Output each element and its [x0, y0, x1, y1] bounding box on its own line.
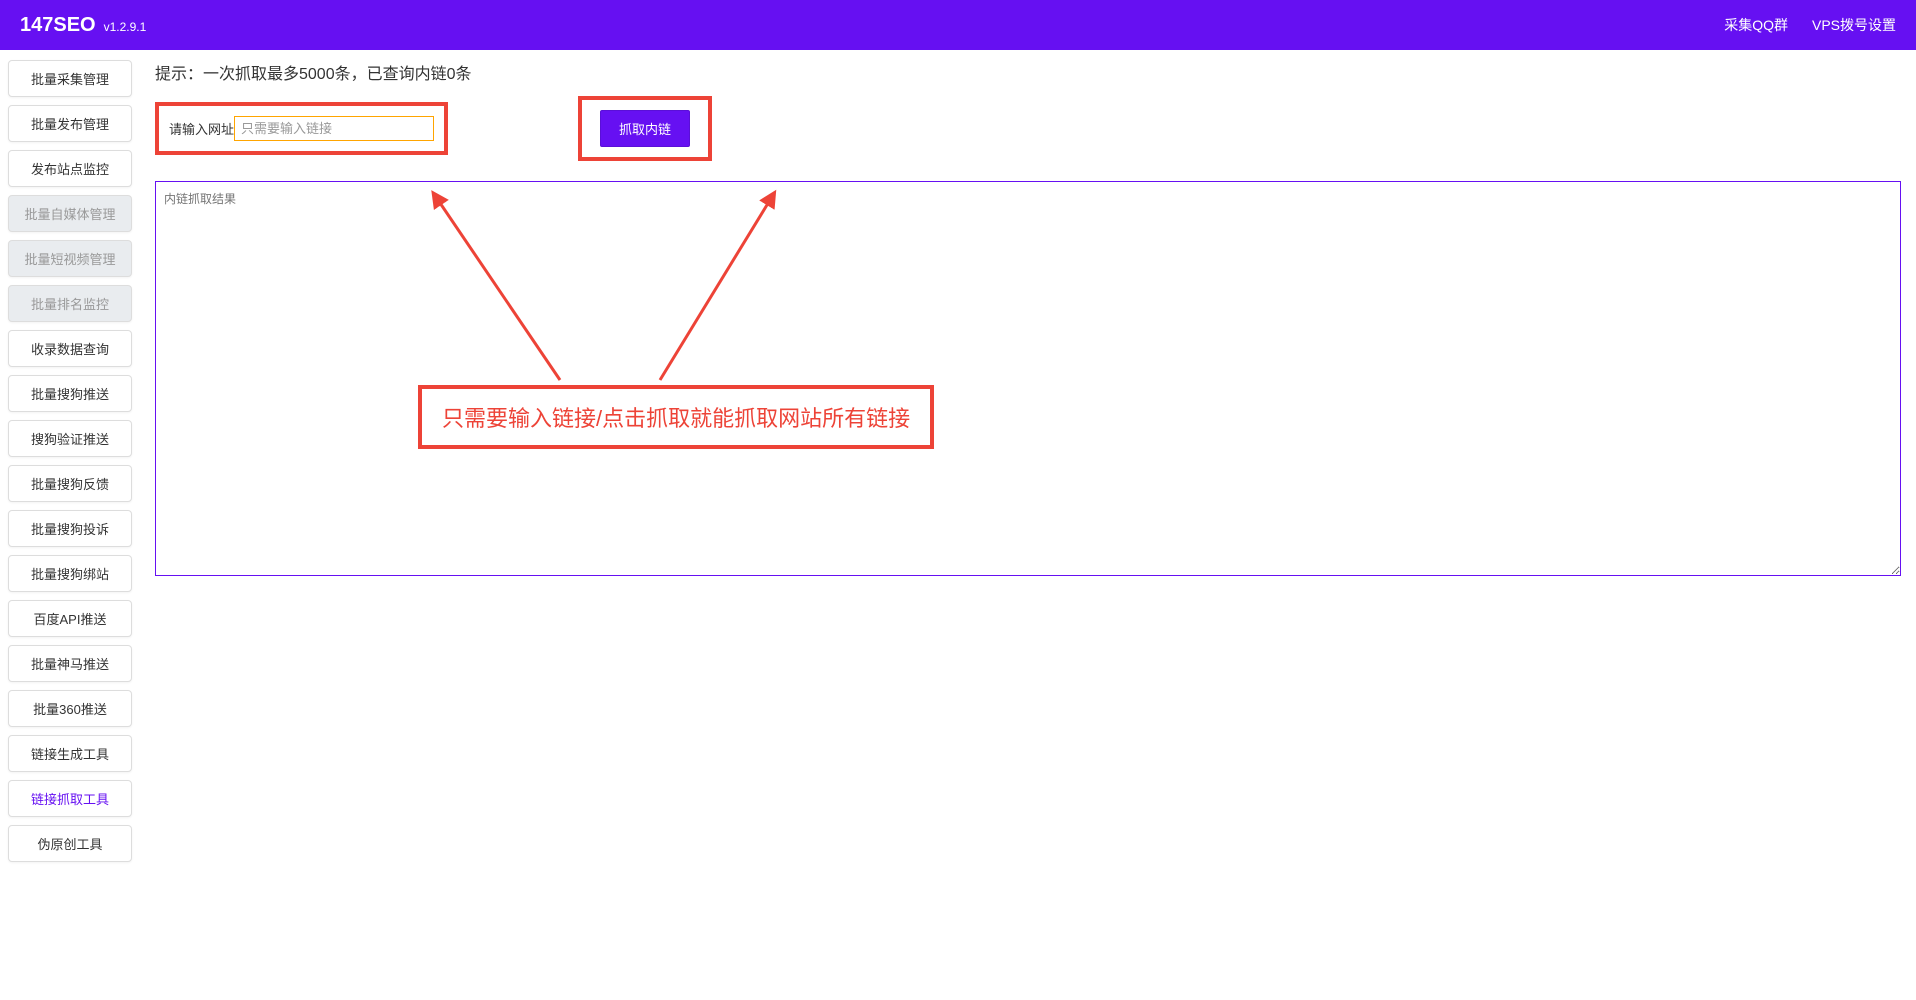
sidebar-item-6[interactable]: 收录数据查询 [8, 330, 132, 367]
sidebar-item-17[interactable]: 伪原创工具 [8, 825, 132, 862]
header-right: 采集QQ群 VPS拨号设置 [1724, 15, 1896, 35]
crawl-button-highlight: 抓取内链 [578, 96, 712, 161]
sidebar-item-13[interactable]: 批量神马推送 [8, 645, 132, 682]
app-header: 147SEO v1.2.9.1 采集QQ群 VPS拨号设置 [0, 0, 1916, 50]
input-group-highlight: 请输入网址 [155, 102, 448, 155]
sidebar-item-9[interactable]: 批量搜狗反馈 [8, 465, 132, 502]
result-textarea[interactable] [155, 181, 1901, 576]
sidebar-item-1[interactable]: 批量发布管理 [8, 105, 132, 142]
app-title: 147SEO [20, 14, 96, 37]
content-area: 提示：一次抓取最多5000条，已查询内链0条 请输入网址 抓取内链 [140, 50, 1916, 1000]
sidebar-item-4: 批量短视频管理 [8, 240, 132, 277]
sidebar-item-5: 批量排名监控 [8, 285, 132, 322]
sidebar-item-15[interactable]: 链接生成工具 [8, 735, 132, 772]
sidebar-item-12[interactable]: 百度API推送 [8, 600, 132, 637]
sidebar-item-3: 批量自媒体管理 [8, 195, 132, 232]
vps-settings-link[interactable]: VPS拨号设置 [1812, 15, 1896, 35]
crawl-button[interactable]: 抓取内链 [600, 110, 690, 147]
sidebar-item-14[interactable]: 批量360推送 [8, 690, 132, 727]
sidebar-item-16[interactable]: 链接抓取工具 [8, 780, 132, 817]
qq-group-link[interactable]: 采集QQ群 [1724, 15, 1788, 35]
sidebar-item-0[interactable]: 批量采集管理 [8, 60, 132, 97]
url-input-label: 请输入网址 [169, 119, 234, 138]
annotation-callout: 只需要输入链接/点击抓取就能抓取网站所有链接 [418, 385, 934, 449]
header-left: 147SEO v1.2.9.1 [20, 14, 146, 37]
app-version: v1.2.9.1 [104, 20, 147, 34]
sidebar-item-2[interactable]: 发布站点监控 [8, 150, 132, 187]
input-row: 请输入网址 抓取内链 [155, 96, 1901, 161]
sidebar-item-10[interactable]: 批量搜狗投诉 [8, 510, 132, 547]
sidebar-item-8[interactable]: 搜狗验证推送 [8, 420, 132, 457]
hint-text: 提示：一次抓取最多5000条，已查询内链0条 [155, 60, 1901, 84]
url-input[interactable] [234, 116, 434, 141]
main-container: 批量采集管理批量发布管理发布站点监控批量自媒体管理批量短视频管理批量排名监控收录… [0, 50, 1916, 1000]
sidebar-item-11[interactable]: 批量搜狗绑站 [8, 555, 132, 592]
sidebar: 批量采集管理批量发布管理发布站点监控批量自媒体管理批量短视频管理批量排名监控收录… [0, 50, 140, 1000]
sidebar-item-7[interactable]: 批量搜狗推送 [8, 375, 132, 412]
